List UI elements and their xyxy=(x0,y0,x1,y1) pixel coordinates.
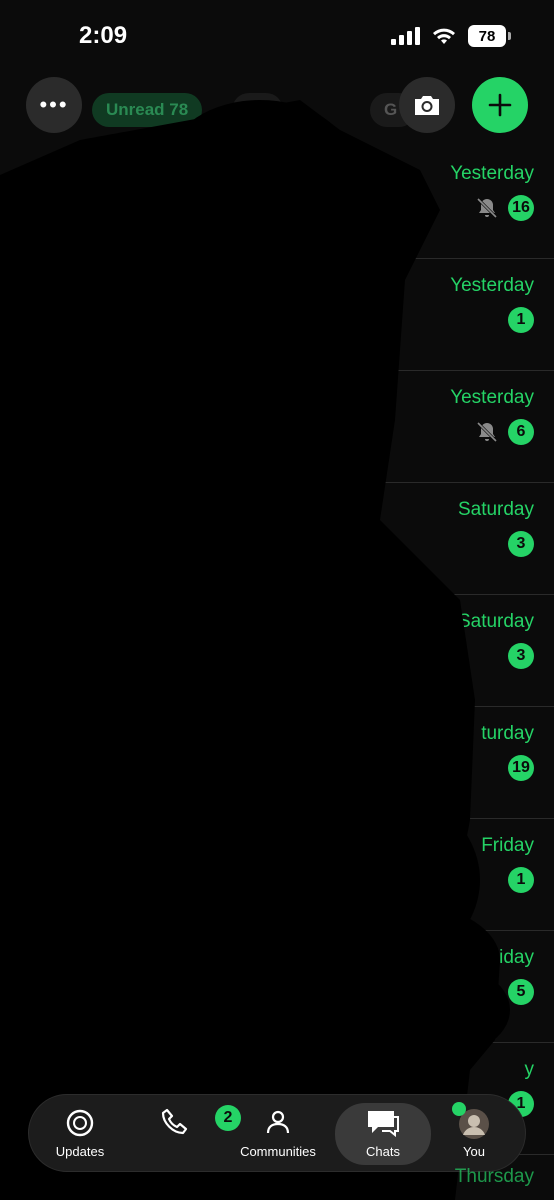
chat-date: Yesterday xyxy=(450,387,534,408)
tab-updates[interactable]: Updates xyxy=(35,1103,125,1165)
status-icons: 78 xyxy=(391,25,511,47)
chat-preview-line2: علىه xyxy=(440,861,471,880)
camera-button[interactable] xyxy=(399,77,455,133)
tab-chats[interactable]: Chats xyxy=(335,1103,431,1165)
chat-row[interactable]: Yesterday 16 xyxy=(140,147,554,259)
chat-row[interactable]: turday 19 xyxy=(140,707,554,819)
chat-row[interactable]: Yesterday ed 1 xyxy=(140,259,554,407)
chat-date: y xyxy=(524,1059,535,1080)
filter-unread[interactable]: Unread 78 xyxy=(92,93,203,127)
unread-badge: 6 xyxy=(508,419,534,445)
wifi-icon xyxy=(433,28,455,44)
unread-badge: 1 xyxy=(508,867,534,893)
unread-badge: 1 xyxy=(508,307,534,333)
signal-icon xyxy=(391,27,420,45)
chat-date: Saturday xyxy=(457,611,534,632)
battery-icon: 78 xyxy=(468,25,511,47)
chats-icon xyxy=(368,1111,399,1137)
camera-icon xyxy=(415,96,439,115)
plus-icon xyxy=(488,93,512,117)
tab-label: You xyxy=(463,1144,485,1159)
phone-icon xyxy=(161,1108,188,1135)
chat-list: Yesterday 16 Yesterday ed 1 Yesterday 6 xyxy=(0,147,554,1155)
ellipsis-icon: ••• xyxy=(39,92,69,117)
chat-date: iday xyxy=(499,947,534,968)
chat-preview: ore xyxy=(213,499,242,521)
chat-preview: مو ناسي xyxy=(406,833,467,852)
status-dot xyxy=(452,1102,466,1116)
new-chat-button[interactable] xyxy=(472,77,528,133)
chat-row[interactable]: Yesterday 6 xyxy=(140,371,554,483)
tab-label: Communities xyxy=(240,1144,316,1159)
unread-badge: 3 xyxy=(508,531,534,557)
unread-badge: 19 xyxy=(508,755,534,781)
communities-icon xyxy=(266,1110,290,1134)
tab-you[interactable]: You xyxy=(429,1103,519,1165)
unread-badge: 3 xyxy=(508,643,534,669)
updates-icon xyxy=(66,1109,94,1137)
muted-bell-icon xyxy=(476,197,498,219)
chat-date: turday xyxy=(481,723,534,744)
tab-label: Chats xyxy=(366,1144,400,1159)
chat-row[interactable]: Saturday 3 ج xyxy=(140,595,554,707)
chat-row[interactable]: Saturday ore 3 xyxy=(140,483,554,595)
chat-row[interactable]: iday 5 عن xyxy=(140,931,554,1043)
tab-bar: Updates 2 Communities Chats You xyxy=(28,1094,526,1172)
unread-badge: 5 xyxy=(508,979,534,1005)
chat-date: Friday xyxy=(481,835,534,856)
chat-row[interactable]: Friday 1 مو ناسي علىه xyxy=(140,819,554,931)
status-time: 2:09 xyxy=(79,22,128,49)
chat-date: Saturday xyxy=(457,499,534,520)
chat-date: Yesterday xyxy=(450,275,534,296)
chat-date: Yesterday xyxy=(450,163,534,184)
tab-label: Updates xyxy=(55,1144,105,1159)
more-options-button[interactable]: ••• xyxy=(26,77,82,133)
chat-date-peek: Thursday xyxy=(454,1166,534,1187)
tab-calls[interactable]: 2 xyxy=(129,1103,241,1165)
tab-communities[interactable]: Communities xyxy=(233,1103,323,1165)
muted-bell-icon xyxy=(476,421,498,443)
filter-chats[interactable]: Ch xyxy=(232,93,283,127)
chats-header: ••• Unread 78 Ch G xyxy=(0,75,554,135)
status-bar: 2:09 78 xyxy=(0,0,554,72)
unread-badge: 16 xyxy=(508,195,534,221)
chat-preview: عن xyxy=(382,983,406,1002)
chat-preview: ج xyxy=(460,667,471,686)
